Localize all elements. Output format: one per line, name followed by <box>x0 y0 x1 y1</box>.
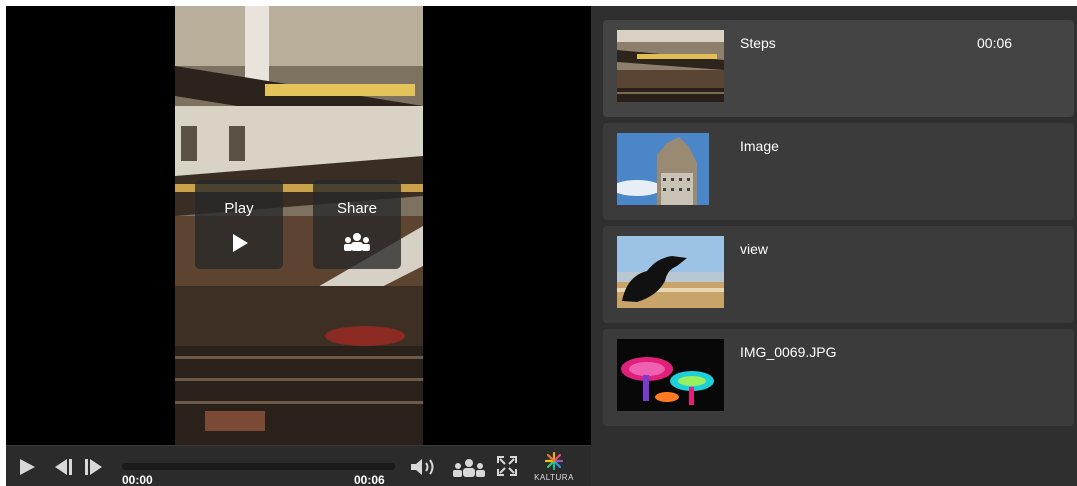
playlist-thumbnail <box>617 339 724 411</box>
playlist-item[interactable]: Image <box>603 123 1074 220</box>
playlist-item-title: view <box>740 241 769 257</box>
playlist-thumbnail <box>617 30 724 102</box>
control-bar: 00:00 00:06 KALTURA <box>6 445 591 486</box>
play-icon <box>233 234 248 252</box>
playlist-thumbnail <box>617 133 724 205</box>
share-icon[interactable] <box>452 458 486 478</box>
volume-icon[interactable] <box>410 458 440 476</box>
overlay-share-button[interactable]: Share <box>313 180 401 269</box>
playlist-item-title: Steps <box>740 35 776 51</box>
thumbnail-image <box>617 30 724 102</box>
kaltura-logo-icon[interactable] <box>544 451 564 471</box>
thumbnail-image <box>617 236 724 308</box>
playlist-item[interactable]: view <box>603 226 1074 323</box>
overlay-play-button[interactable]: Play <box>195 180 283 269</box>
thumbnail-image <box>617 339 724 411</box>
fullscreen-icon[interactable] <box>497 456 517 476</box>
playlist-item-title: Image <box>740 138 779 154</box>
overlay-share-label: Share <box>336 200 378 217</box>
duration-time: 00:06 <box>354 473 385 486</box>
next-icon[interactable] <box>84 458 106 476</box>
share-icon <box>344 233 370 251</box>
play-icon[interactable] <box>18 458 36 476</box>
playlist-item-duration: 00:06 <box>977 35 1013 51</box>
video-display[interactable]: Play Share <box>6 6 591 445</box>
kaltura-brand-text: KALTURA <box>534 473 574 482</box>
playlist-panel: Steps 00:06 Image view IMG_0069.JPG <box>591 6 1077 486</box>
playlist-item-title: IMG_0069.JPG <box>740 344 837 360</box>
playlist-thumbnail <box>617 236 724 308</box>
current-time: 00:00 <box>122 473 153 486</box>
playlist-item[interactable]: Steps 00:06 <box>603 20 1074 117</box>
previous-icon[interactable] <box>51 458 73 476</box>
thumbnail-image <box>617 133 724 205</box>
playlist-item[interactable]: IMG_0069.JPG <box>603 329 1074 426</box>
video-player: Play Share 00:00 00:06 KALTURA <box>6 6 591 486</box>
overlay-play-label: Play <box>224 200 254 217</box>
progress-bar[interactable] <box>122 463 395 470</box>
